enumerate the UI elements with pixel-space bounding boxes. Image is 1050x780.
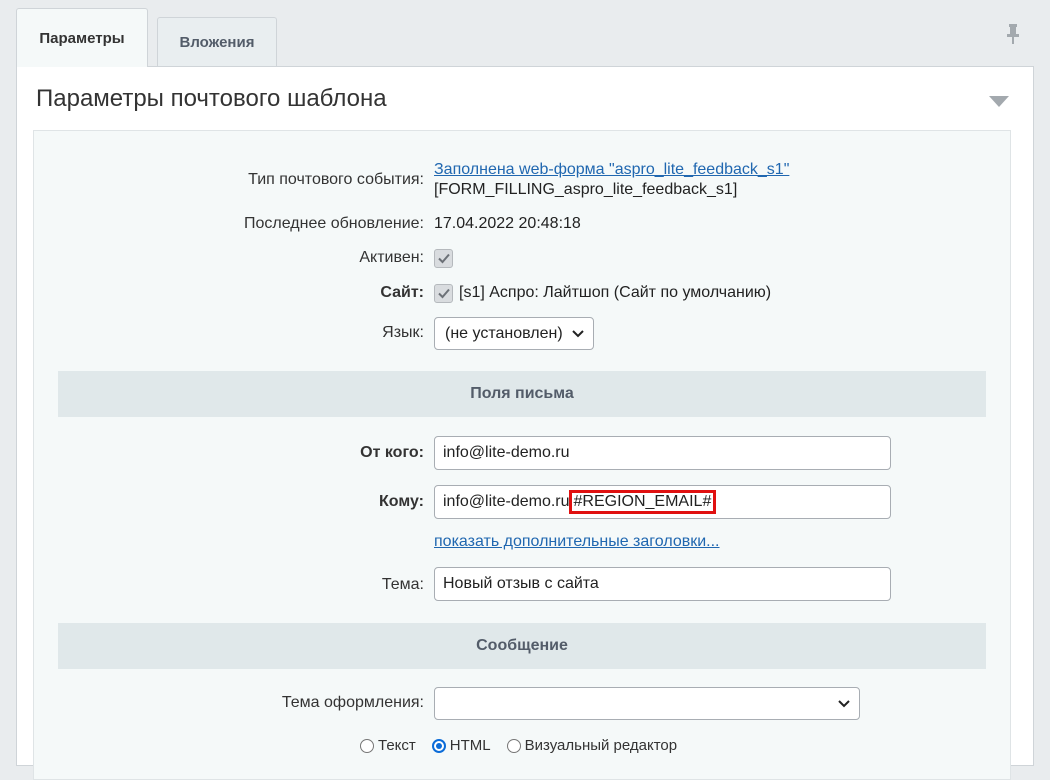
- radio-button[interactable]: [360, 738, 374, 753]
- event-type-link[interactable]: Заполнена web-форма "aspro_lite_feedback…: [434, 161, 789, 178]
- region-email-highlight: #REGION_EMAIL#: [568, 490, 717, 514]
- from-label: От кого:: [360, 444, 424, 461]
- letter-fields-header: Поля письма: [58, 371, 986, 417]
- site-value: [s1] Аспро: Лайтшоп (Сайт по умолчанию): [459, 284, 772, 301]
- event-type-code: [FORM_FILLING_aspro_lite_feedback_s1]: [434, 181, 738, 198]
- show-more-headers-link[interactable]: показать дополнительные заголовки...: [434, 533, 720, 550]
- checkmark-icon: [438, 288, 450, 299]
- language-selected: (не установлен): [445, 324, 563, 342]
- to-input[interactable]: info@lite-demo.ru #REGION_EMAIL#: [434, 485, 891, 519]
- theme-select[interactable]: [434, 687, 860, 720]
- event-type-value: Заполнена web-форма "aspro_lite_feedback…: [434, 161, 789, 179]
- format-option-label: Визуальный редактор: [524, 737, 678, 754]
- subject-label: Тема:: [381, 576, 424, 593]
- theme-label: Тема оформления:: [281, 694, 424, 711]
- format-option-visual[interactable]: Визуальный редактор: [506, 737, 678, 754]
- chevron-down-icon: [838, 700, 850, 708]
- format-radio-group: Текст HTML Визуальный редактор: [360, 737, 693, 754]
- active-checkbox[interactable]: [434, 249, 453, 268]
- form-body: Тип почтового события: Заполнена web-фор…: [33, 130, 1011, 780]
- format-option-label: HTML: [449, 737, 491, 754]
- to-label: Кому:: [379, 493, 424, 510]
- message-header: Сообщение: [58, 623, 986, 669]
- chevron-down-icon: [572, 330, 584, 338]
- language-select[interactable]: (не установлен): [434, 317, 594, 350]
- language-label: Язык:: [382, 324, 424, 341]
- last-update-value: 17.04.2022 20:48:18: [434, 215, 581, 232]
- from-input[interactable]: info@lite-demo.ru: [434, 436, 891, 470]
- radio-button-selected[interactable]: [431, 738, 446, 753]
- collapse-arrow-icon[interactable]: [989, 95, 1009, 107]
- tab-parameters[interactable]: Параметры: [16, 8, 148, 67]
- to-value: info@lite-demo.ru: [443, 493, 570, 510]
- site-label: Сайт:: [380, 284, 424, 301]
- format-option-label: Текст: [378, 737, 416, 754]
- checkmark-icon: [438, 253, 450, 264]
- site-checkbox[interactable]: [434, 284, 453, 303]
- format-option-text[interactable]: Текст: [360, 737, 416, 754]
- pin-icon[interactable]: [1006, 24, 1020, 44]
- panel-title: Параметры почтового шаблона: [36, 85, 387, 112]
- template-parameters-panel: Параметры почтового шаблона Тип почтовог…: [16, 66, 1034, 780]
- format-option-html[interactable]: HTML: [431, 737, 491, 754]
- active-label: Активен:: [359, 249, 424, 266]
- last-update-label: Последнее обновление:: [244, 215, 424, 232]
- event-type-label: Тип почтового события:: [248, 171, 424, 188]
- radio-button[interactable]: [506, 738, 521, 753]
- more-headers-row: показать дополнительные заголовки...: [434, 533, 720, 551]
- tab-attachments[interactable]: Вложения: [157, 17, 277, 66]
- subject-input[interactable]: Новый отзыв с сайта: [434, 567, 891, 601]
